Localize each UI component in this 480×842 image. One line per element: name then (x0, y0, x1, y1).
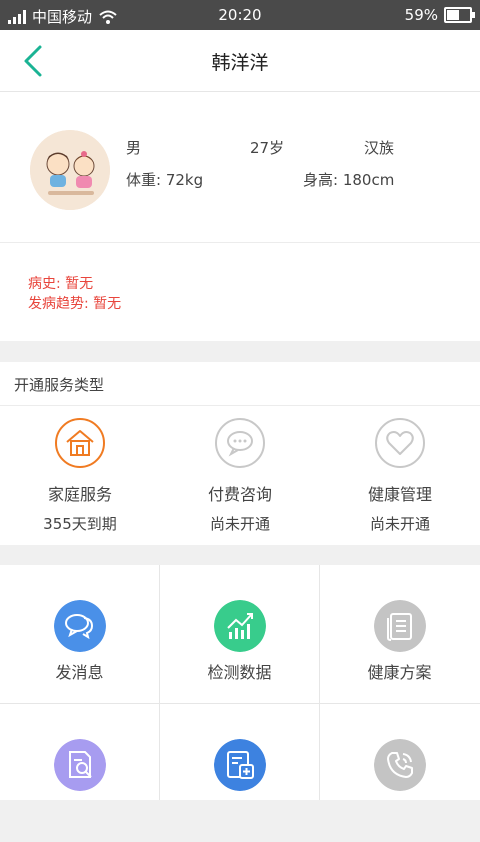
service-name: 健康管理 (367, 485, 432, 504)
action-label: 发消息 (55, 663, 104, 682)
battery-icon (444, 7, 475, 23)
section-title: 开通服务类型 (14, 376, 105, 394)
avatar[interactable] (30, 130, 110, 210)
history-text: 病史: 暂无 (28, 276, 94, 292)
health-plan-button[interactable]: 健康方案 (320, 565, 479, 703)
service-paid-consult[interactable]: 付费咨询 尚未开通 (160, 417, 320, 537)
patient-profile: 男 27岁 汉族 体重: 72kg 身高: 180cm (0, 92, 480, 243)
age-label: 27岁 (250, 139, 285, 157)
medical-history: 病史: 暂无 发病趋势: 暂无 (0, 243, 480, 341)
nav-header: 韩洋洋 (0, 30, 480, 92)
action-label: 检测数据 (207, 663, 272, 682)
trend-text: 发病趋势: 暂无 (28, 296, 122, 312)
phone-icon (374, 739, 426, 791)
status-bar: 中国移动 20:20 59% (0, 0, 480, 30)
service-status: 尚未开通 (209, 515, 270, 533)
action-label: 健康方案 (367, 663, 432, 682)
action-grid: 发消息 检测数据 健康方案 (0, 565, 480, 800)
chart-icon (214, 600, 266, 652)
service-health-management[interactable]: 健康管理 尚未开通 (320, 417, 480, 537)
test-data-button[interactable]: 检测数据 (160, 565, 319, 703)
page-title: 韩洋洋 (211, 52, 269, 74)
search-document-icon (54, 739, 106, 791)
ethnicity-label: 汉族 (364, 139, 395, 157)
message-icon (54, 600, 106, 652)
battery-percent: 59% (404, 6, 438, 24)
service-name: 家庭服务 (47, 485, 112, 504)
medical-record-icon (214, 739, 266, 791)
home-icon (55, 418, 105, 468)
heart-icon (375, 418, 425, 468)
document-icon (374, 600, 426, 652)
service-section: 开通服务类型 家庭服务 355天到期 付费咨询 尚未开通 健康管理 尚未开通 (0, 362, 480, 545)
service-name: 付费咨询 (207, 485, 272, 504)
chat-icon (215, 418, 265, 468)
height-label: 身高: 180cm (303, 171, 395, 189)
medical-record-button[interactable] (160, 704, 319, 842)
service-status: 355天到期 (43, 515, 117, 533)
service-family[interactable]: 家庭服务 355天到期 (0, 417, 160, 537)
divider (0, 405, 480, 406)
weight-label: 体重: 72kg (126, 171, 204, 189)
service-status: 尚未开通 (369, 515, 430, 533)
report-search-button[interactable] (0, 704, 159, 842)
phone-call-button[interactable] (320, 704, 479, 842)
send-message-button[interactable]: 发消息 (0, 565, 159, 703)
gender-label: 男 (126, 139, 142, 157)
